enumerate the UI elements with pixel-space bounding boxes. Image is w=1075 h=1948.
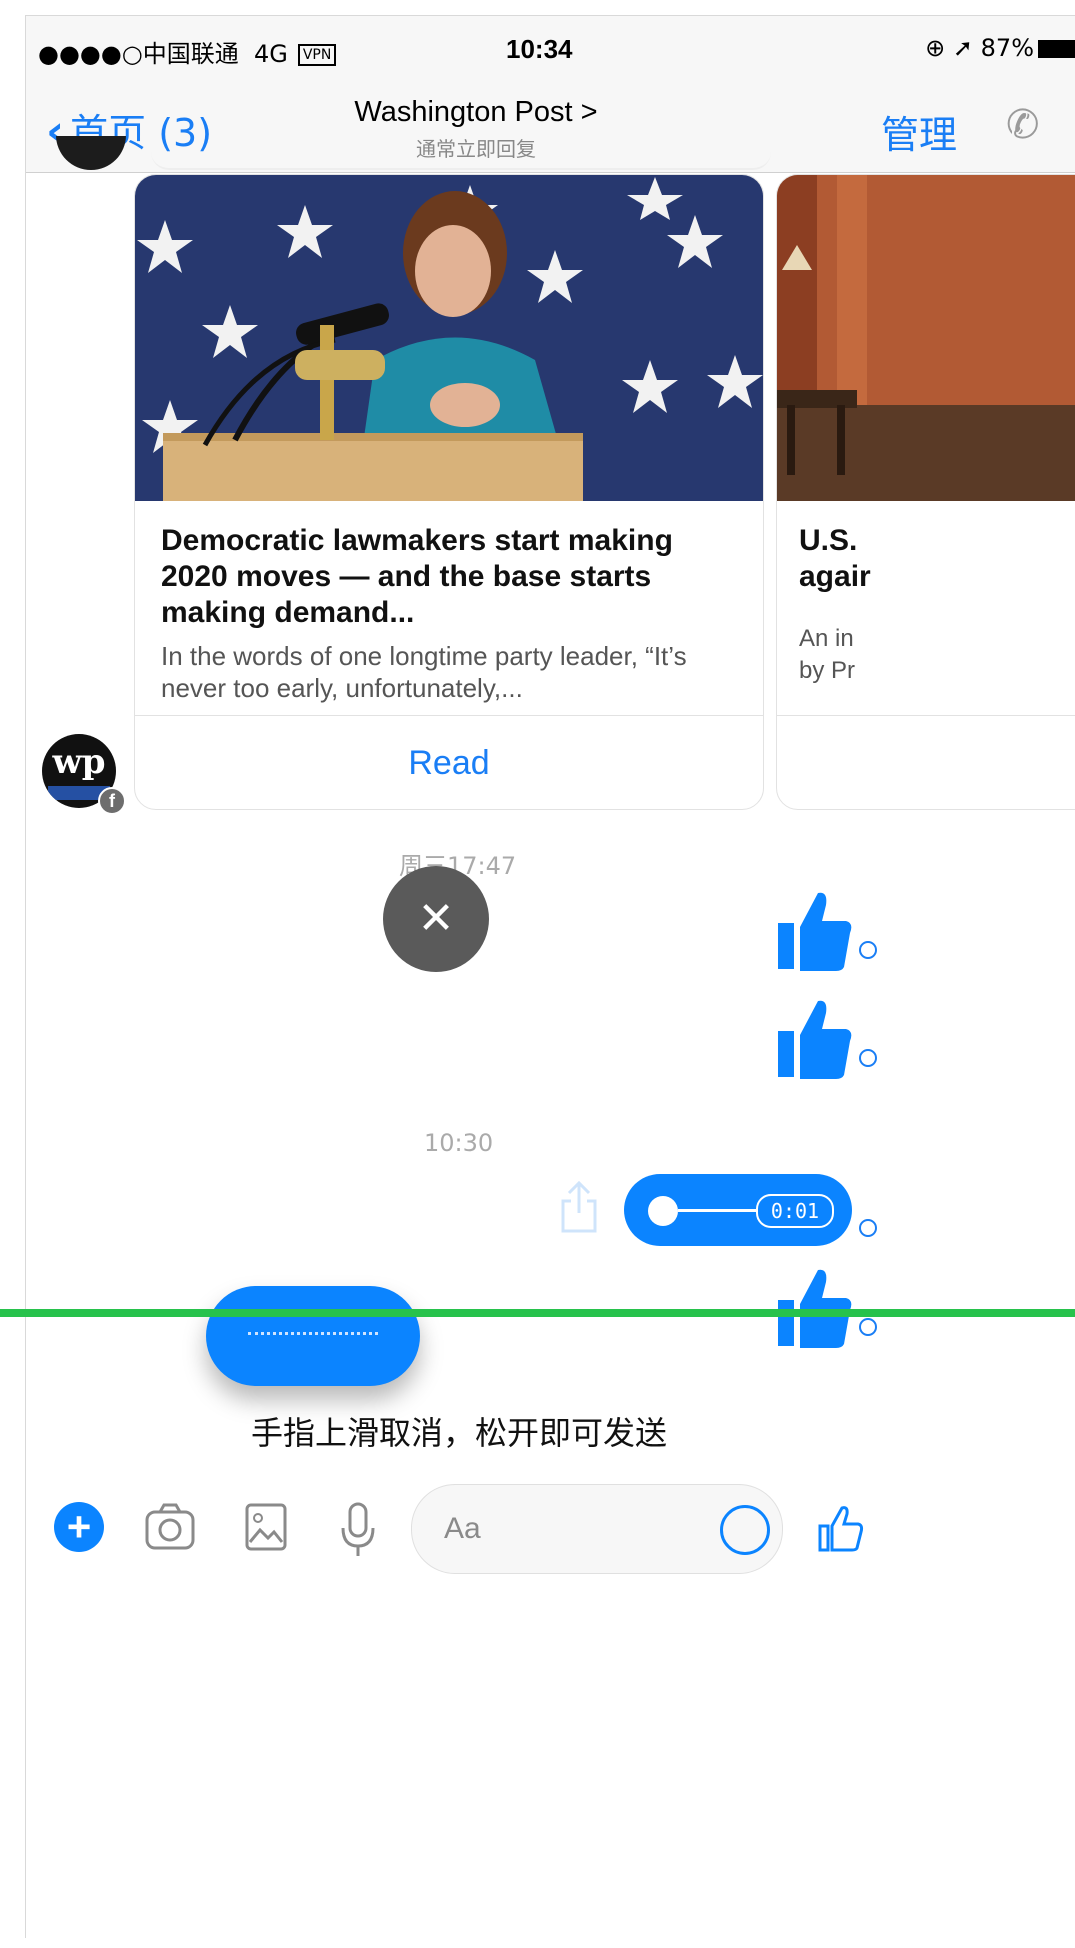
battery-icon: [1038, 40, 1075, 58]
article-image: [135, 175, 763, 501]
image-icon[interactable]: [244, 1502, 288, 1552]
emoji-icon[interactable]: [720, 1505, 770, 1555]
article-title-next: U.S. agair: [799, 523, 871, 595]
article-desc-next-line1: An in: [799, 625, 854, 652]
read-receipt-icon: [859, 941, 877, 959]
article-title-next-line1: U.S.: [799, 524, 858, 557]
read-receipt-icon: [859, 1049, 877, 1067]
battery-percent: 87%: [980, 34, 1034, 62]
read-receipt-icon: [859, 1219, 877, 1237]
status-right: ⊕ ➚ 87%: [925, 34, 1075, 62]
carrier-info: ●●●●○中国联通 4G VPN: [38, 34, 337, 69]
read-button-next[interactable]: [777, 715, 1075, 809]
location-icon: ➚: [952, 34, 974, 62]
share-icon[interactable]: [559, 1181, 599, 1233]
bottom-margin: [0, 1938, 1075, 1948]
cancel-recording-button[interactable]: ✕: [383, 866, 489, 972]
previous-message-edge: [151, 136, 771, 170]
washington-post-logo-icon: wp: [52, 742, 106, 782]
manage-button[interactable]: 管理: [881, 104, 957, 159]
read-receipt-icon: [859, 1318, 877, 1336]
article-title: Democratic lawmakers start making 2020 m…: [161, 524, 673, 629]
carrier-name: ●●●●○中国联通: [38, 40, 239, 68]
read-button[interactable]: Read: [135, 715, 763, 809]
guide-line: [0, 1309, 1075, 1317]
previous-avatar-edge: [56, 136, 126, 170]
article-desc-next-line2: by Pr: [799, 657, 856, 684]
message-input[interactable]: [442, 1503, 686, 1555]
like-icon[interactable]: [816, 1504, 864, 1554]
article-card[interactable]: Democratic lawmakers start making 2020 m…: [134, 174, 764, 810]
thumbs-up-icon: [778, 1000, 852, 1079]
play-icon[interactable]: [648, 1196, 678, 1226]
article-title-next-line2: agair: [799, 560, 871, 593]
article-card-next[interactable]: U.S. agair An in by Pr: [776, 174, 1075, 810]
messenger-screen: ●●●●○中国联通 4G VPN 10:34 ⊕ ➚ 87% ‹ 首页 (3) Wa…: [25, 15, 1075, 1939]
voice-progress-line: [678, 1209, 758, 1212]
voice-message-bubble[interactable]: 0:01: [624, 1174, 852, 1246]
network-type: 4G: [253, 40, 288, 68]
lock-rotation-icon: ⊕: [925, 34, 946, 62]
waveform-icon: [248, 1332, 378, 1341]
facebook-badge-icon: f: [98, 787, 126, 815]
status-bar: ●●●●○中国联通 4G VPN 10:34 ⊕ ➚ 87%: [26, 16, 1075, 86]
recording-hint: 手指上滑取消，松开即可发送: [250, 1414, 667, 1452]
record-button[interactable]: [206, 1286, 420, 1386]
timestamp: 10:30: [424, 1129, 494, 1157]
vpn-badge: VPN: [297, 44, 337, 66]
article-description-next: An in by Pr: [799, 623, 855, 687]
message-composer[interactable]: [411, 1484, 783, 1574]
article-description: In the words of one longtime party leade…: [161, 641, 687, 703]
camera-icon[interactable]: [144, 1502, 196, 1552]
composer-bar: +: [26, 1466, 1075, 1606]
status-time: 10:34: [506, 34, 573, 64]
plus-icon[interactable]: +: [54, 1502, 104, 1552]
thumbs-up-icon: [778, 892, 852, 971]
phone-call-icon[interactable]: ✆: [1006, 102, 1040, 148]
voice-duration: 0:01: [756, 1194, 834, 1228]
microphone-icon[interactable]: [340, 1502, 376, 1558]
page-title: Washington Post >: [354, 96, 598, 128]
article-image-next: [777, 175, 1075, 501]
